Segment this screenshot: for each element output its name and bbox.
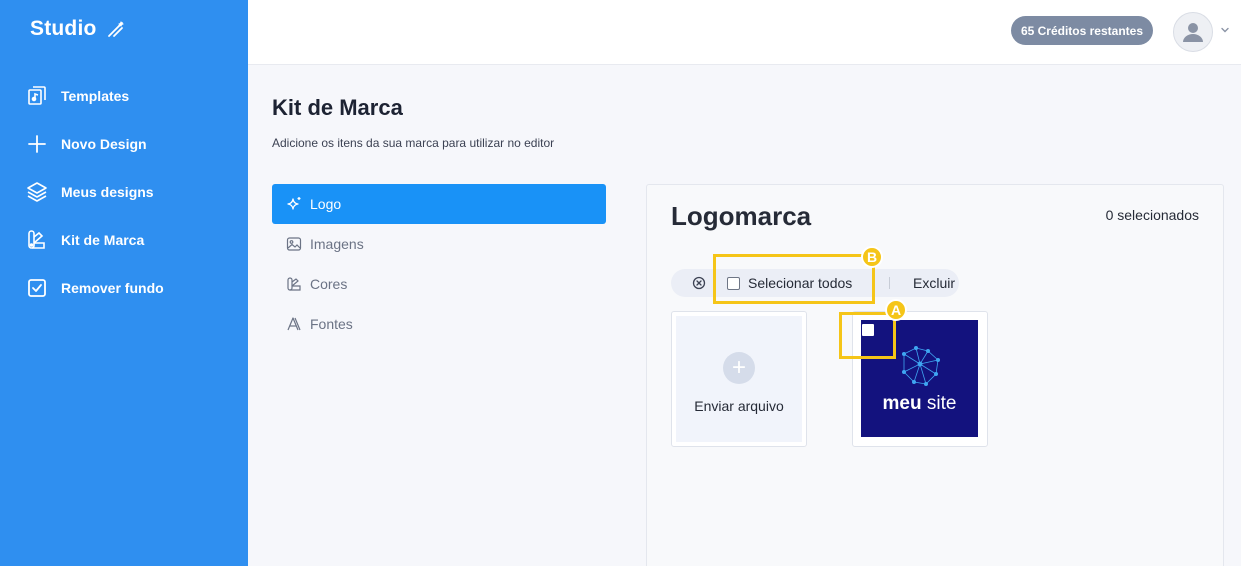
- layers-icon: [26, 181, 48, 203]
- logo-wordmark: meu site: [861, 393, 978, 415]
- credits-badge[interactable]: 65 Créditos restantes: [1010, 16, 1153, 45]
- delete-button[interactable]: Excluir: [913, 275, 955, 291]
- topbar: 65 Créditos restantes: [248, 0, 1241, 65]
- tab-label: Imagens: [310, 236, 364, 252]
- tab-fontes[interactable]: Fontes: [272, 304, 606, 344]
- check-square-icon: [26, 277, 48, 299]
- annotation-box-b: [713, 254, 875, 304]
- brand[interactable]: Studio: [30, 17, 127, 41]
- annotation-box-a: [839, 312, 896, 359]
- sidebar-item-label: Kit de Marca: [61, 232, 145, 248]
- sidebar-item-meus-designs[interactable]: Meus designs: [0, 168, 248, 216]
- upload-area: + Enviar arquivo: [676, 316, 802, 442]
- sidebar-item-label: Remover fundo: [61, 280, 164, 296]
- sidebar-item-novo-design[interactable]: Novo Design: [0, 120, 248, 168]
- upload-label: Enviar arquivo: [694, 398, 784, 414]
- sidebar-item-label: Novo Design: [61, 136, 147, 152]
- user-icon: [1183, 23, 1203, 42]
- clear-selection-icon[interactable]: [692, 276, 706, 290]
- sidebar-item-templates[interactable]: Templates: [0, 72, 248, 120]
- tab-imagens[interactable]: Imagens: [272, 224, 606, 264]
- tab-cores[interactable]: Cores: [272, 264, 606, 304]
- sidebar-item-label: Meus designs: [61, 184, 154, 200]
- logo-text-regular: site: [926, 393, 957, 414]
- font-icon: [286, 316, 302, 332]
- brand-kit-icon: [26, 229, 48, 251]
- image-icon: [286, 236, 302, 252]
- logo-text-bold: meu: [882, 393, 922, 414]
- tab-logo[interactable]: Logo: [272, 184, 606, 224]
- plus-icon: [26, 133, 48, 155]
- upload-file-button[interactable]: + Enviar arquivo: [671, 311, 807, 447]
- sidebar-nav: Templates Novo Design Meus designs Kit d…: [0, 72, 248, 312]
- tab-label: Fontes: [310, 316, 353, 332]
- brand-kit-tabs: Logo Imagens Cores Fontes: [272, 184, 606, 344]
- tab-label: Logo: [310, 196, 342, 212]
- magic-wand-icon: [105, 18, 127, 40]
- annotation-badge-b: B: [861, 246, 883, 268]
- brand-name: Studio: [30, 17, 97, 40]
- annotation-badge-a: A: [885, 299, 907, 321]
- network-logo-icon: [902, 346, 940, 386]
- palette-icon: [286, 276, 302, 292]
- sidebar-item-kit-de-marca[interactable]: Kit de Marca: [0, 216, 248, 264]
- sparkle-icon: [286, 196, 302, 212]
- avatar[interactable]: [1173, 12, 1213, 52]
- plus-icon: +: [723, 352, 755, 384]
- chevron-down-icon[interactable]: [1219, 24, 1231, 36]
- templates-icon: [26, 85, 48, 107]
- logo-panel: Logomarca 0 selecionados Selecionar todo…: [646, 184, 1224, 566]
- panel-title: Logomarca: [671, 201, 812, 231]
- sidebar: Studio Templates Novo Design Meus design…: [0, 0, 248, 566]
- page-subtitle: Adicione os itens da sua marca para util…: [272, 136, 555, 150]
- tab-label: Cores: [310, 276, 348, 292]
- sidebar-item-label: Templates: [61, 88, 130, 104]
- sidebar-item-remover-fundo[interactable]: Remover fundo: [0, 264, 248, 312]
- toolbar-divider: [889, 277, 890, 289]
- page-title: Kit de Marca: [272, 95, 403, 120]
- selected-count: 0 selecionados: [1105, 207, 1199, 223]
